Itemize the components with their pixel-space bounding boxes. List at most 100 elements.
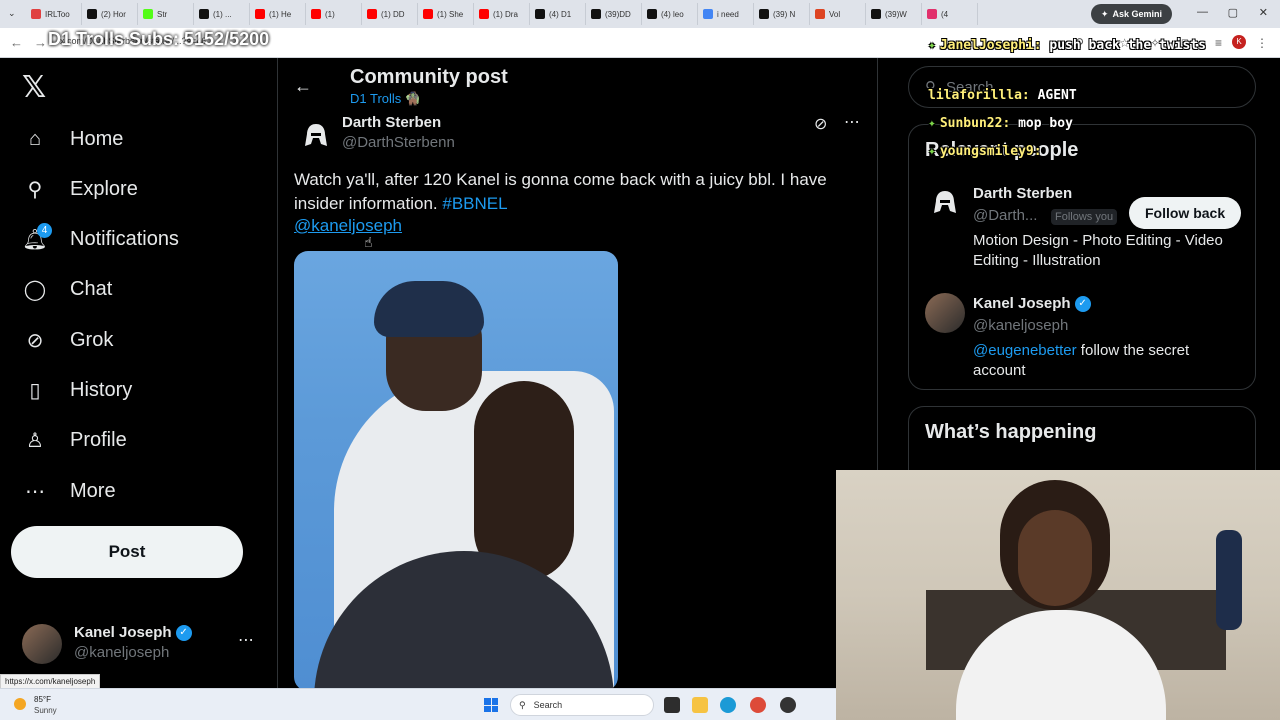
browser-tab[interactable]: (2) Hor [82, 3, 138, 25]
tab-favicon-icon [311, 9, 321, 19]
tab-label: (1) ... [213, 9, 232, 19]
post-button[interactable]: Post [11, 526, 243, 578]
taskbar-search[interactable]: ⚲ Search [510, 694, 654, 716]
tab-label: Vol [829, 9, 841, 19]
browser-tab[interactable]: (39)DD [586, 3, 642, 25]
account-handle: @kaneljoseph [74, 644, 170, 661]
browser-tab[interactable]: Str [138, 3, 194, 25]
browser-tab[interactable]: Vol [810, 3, 866, 25]
tab-favicon-icon [479, 9, 489, 19]
ask-gemini-button[interactable]: ✦ Ask Gemini [1090, 4, 1172, 24]
maximize-icon[interactable]: ▢ [1228, 6, 1238, 19]
minimize-icon[interactable]: — [1197, 6, 1208, 18]
browser-tab[interactable]: (39)W [866, 3, 922, 25]
task-view-icon[interactable] [664, 697, 680, 713]
tab-search-icon[interactable]: ⌄ [8, 8, 18, 18]
back-arrow-icon[interactable]: ← [294, 76, 312, 97]
tab-label: (1) DD [381, 9, 405, 19]
browser-tab[interactable]: (1) She [418, 3, 474, 25]
hashtag-link[interactable]: #BBNEL [442, 194, 507, 213]
browser-tab[interactable]: (4 [922, 3, 978, 25]
nav-item-label: History [70, 379, 133, 401]
nav-item-label: Grok [70, 328, 114, 351]
menu-dots-icon[interactable]: ⋮ [1256, 36, 1268, 50]
file-explorer-icon[interactable] [692, 697, 708, 713]
edge-icon[interactable] [720, 697, 736, 713]
notification-badge: 4 [37, 222, 52, 238]
tab-label: (39)DD [605, 9, 631, 19]
browser-tab[interactable]: i need [698, 3, 754, 25]
nav-item-explore[interactable]: ⚲ Explore [22, 176, 138, 202]
browser-tab[interactable]: (1) He [250, 3, 306, 25]
x-logo-icon[interactable]: 𝕏 [22, 70, 46, 105]
nav-item-home[interactable]: ⌂ Home [22, 126, 123, 152]
post-more-icon[interactable]: ⋯ [844, 112, 860, 132]
media-icon[interactable]: ≡ [1215, 36, 1222, 50]
post-image[interactable] [294, 251, 618, 688]
nav-item-grok[interactable]: ⊘ Grok [22, 327, 114, 353]
close-window-icon[interactable]: ✕ [1259, 6, 1268, 19]
browser-tab[interactable]: (1) Dra [474, 3, 530, 25]
search-icon: ⚲ [27, 178, 43, 201]
browser-tab[interactable]: IRLToo [26, 3, 82, 25]
chat-line: ✦ youngsmiley9: [928, 144, 1042, 159]
main-column: ← Community post D1 Trolls 🧌 Darth Sterb… [278, 58, 878, 688]
tab-label: (1) [325, 9, 335, 19]
nav-item-more[interactable]: ⋯ More [22, 478, 116, 504]
follow-back-button[interactable]: Follow back [1129, 197, 1242, 229]
nav-item-label: Chat [70, 278, 113, 301]
person-avatar[interactable] [925, 183, 965, 223]
nav-item-profile[interactable]: ♙ Profile [22, 428, 127, 454]
weather-temp[interactable]: 85°F [34, 695, 51, 704]
stream-sub-counter: D1 Trolls Subs: 5152/5200 [48, 29, 270, 49]
tab-label: Str [157, 9, 168, 19]
browser-tab[interactable]: (1) [306, 3, 362, 25]
browser-tab[interactable]: (39) N [754, 3, 810, 25]
account-more-icon[interactable]: ⋯ [238, 630, 254, 650]
verified-icon: ✓ [175, 624, 192, 641]
community-link[interactable]: D1 Trolls 🧌 [350, 91, 421, 107]
person-avatar[interactable] [925, 293, 965, 333]
start-icon[interactable] [484, 698, 498, 712]
profile-avatar-icon[interactable]: K [1232, 35, 1246, 49]
browser-tab[interactable]: (1) ... [194, 3, 250, 25]
bio-mention-link[interactable]: @eugenebetter [973, 342, 1077, 359]
account-avatar [22, 624, 62, 664]
grok-icon[interactable]: ⊘ [814, 114, 827, 134]
person-handle[interactable]: @kaneljoseph [973, 317, 1068, 334]
forward-icon[interactable]: → [34, 35, 47, 50]
nav-item-history[interactable]: ▯ History [22, 378, 132, 404]
person-handle[interactable]: @Darth... [973, 207, 1037, 224]
vader-icon [934, 191, 956, 213]
person-icon: ♙ [26, 430, 44, 453]
mention-link[interactable]: @kaneljoseph [294, 216, 402, 236]
author-name[interactable]: Darth Sterben [342, 114, 441, 131]
chat-user: lilaforillla: [928, 88, 1030, 103]
follows-you-badge: Follows you [1051, 209, 1118, 225]
person-name[interactable]: Darth Sterben [973, 185, 1072, 202]
nav-item-notifications[interactable]: 🔔︎ 4 Notifications [22, 222, 179, 253]
author-avatar[interactable] [296, 116, 336, 156]
bookmark-icon: ▯ [29, 380, 41, 402]
person-name[interactable]: Kanel Joseph ✓ [973, 295, 1091, 312]
nav-item-chat[interactable]: ◯ Chat [22, 277, 112, 303]
account-switcher[interactable]: Kanel Joseph ✓ @kaneljoseph ⋯ [22, 620, 272, 670]
browser-tab[interactable]: (4) leo [642, 3, 698, 25]
hand-cursor-icon: ☝ [364, 234, 373, 250]
chat-icon: ◯ [23, 279, 47, 302]
tab-label: (4) D1 [549, 9, 572, 19]
author-handle[interactable]: @DarthSterbenn [342, 134, 455, 151]
obs-icon[interactable] [780, 697, 796, 713]
home-icon: ⌂ [28, 127, 42, 150]
tab-list: IRLToo (2) Hor Str (1) ... (1) He (1) (1) DD (1… [26, 3, 978, 25]
weather-condition: Sunny [34, 706, 57, 715]
chrome-icon[interactable] [750, 697, 766, 713]
tab-favicon-icon [759, 9, 769, 19]
nav-item-label: Explore [70, 177, 138, 200]
tab-favicon-icon [143, 9, 153, 19]
chat-message: push back the twists [1049, 38, 1206, 53]
browser-tab[interactable]: (4) D1 [530, 3, 586, 25]
tab-favicon-icon [87, 9, 97, 19]
back-icon[interactable]: ← [10, 35, 23, 50]
browser-tab[interactable]: (1) DD [362, 3, 418, 25]
